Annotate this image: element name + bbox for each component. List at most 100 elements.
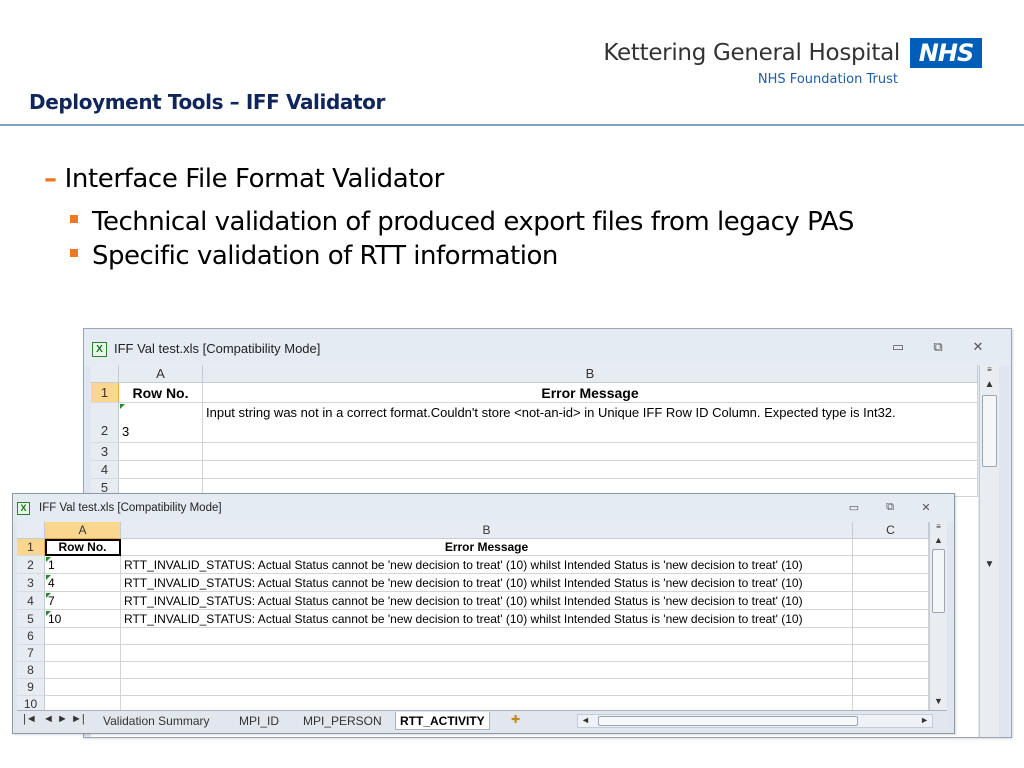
cell-row-no[interactable]: 7: [45, 592, 121, 610]
header-cell-row-no[interactable]: Row No.: [119, 383, 203, 403]
row-header[interactable]: 8: [17, 662, 45, 679]
empty-cell[interactable]: [45, 662, 121, 679]
restore-icon[interactable]: ⧉: [928, 339, 948, 355]
minimize-icon[interactable]: ▭: [888, 339, 908, 355]
tab-rtt-activity[interactable]: RTT_ACTIVITY: [395, 712, 490, 730]
empty-cell[interactable]: [203, 443, 978, 461]
window-titlebar[interactable]: X IFF Val test.xls [Compatibility Mode] …: [13, 494, 954, 522]
header-cell-error-message[interactable]: Error Message: [121, 539, 853, 556]
row-header[interactable]: 2: [17, 556, 45, 574]
row-header[interactable]: 1: [91, 383, 119, 403]
row-header[interactable]: 5: [17, 610, 45, 628]
error-indicator-icon: [120, 404, 125, 409]
scroll-left-icon[interactable]: ◄: [581, 715, 590, 725]
first-sheet-icon[interactable]: |◄: [23, 713, 37, 725]
header-cell-row-no[interactable]: Row No.: [45, 539, 121, 556]
insert-sheet-icon[interactable]: ✚: [511, 713, 520, 726]
tab-mpi-id[interactable]: MPI_ID: [235, 712, 283, 730]
empty-cell[interactable]: [853, 574, 929, 592]
minimize-icon[interactable]: ▭: [845, 501, 863, 514]
column-header-a[interactable]: A: [45, 522, 121, 539]
vertical-scrollbar[interactable]: ≡ ▲ ▼: [929, 522, 947, 710]
column-header-b[interactable]: B: [121, 522, 853, 539]
empty-cell[interactable]: [853, 696, 929, 710]
scroll-up-icon[interactable]: ▲: [980, 377, 999, 393]
row-header[interactable]: 7: [17, 645, 45, 662]
scroll-down-icon[interactable]: ▼: [980, 557, 999, 573]
select-all-corner[interactable]: [91, 365, 119, 383]
excel-icon[interactable]: X: [92, 342, 107, 357]
select-all-corner[interactable]: [17, 522, 45, 539]
tab-validation-summary[interactable]: Validation Summary: [99, 712, 214, 730]
column-header-b[interactable]: B: [203, 365, 978, 383]
empty-cell[interactable]: [45, 628, 121, 645]
scroll-up-icon[interactable]: ▲: [930, 533, 947, 547]
close-icon[interactable]: ✕: [917, 501, 935, 514]
empty-cell[interactable]: [853, 662, 929, 679]
empty-cell[interactable]: [853, 645, 929, 662]
row-header[interactable]: 4: [17, 592, 45, 610]
prev-sheet-icon[interactable]: ◄: [43, 713, 54, 725]
empty-cell[interactable]: [853, 628, 929, 645]
org-name: Kettering General Hospital: [603, 40, 900, 66]
last-sheet-icon[interactable]: ►|: [71, 713, 85, 725]
empty-cell[interactable]: [853, 556, 929, 574]
split-box-icon[interactable]: ≡: [980, 365, 999, 375]
row-header[interactable]: 6: [17, 628, 45, 645]
row-header[interactable]: 10: [17, 696, 45, 710]
bullet-level2-text: Specific validation of RTT information: [92, 241, 558, 271]
empty-cell[interactable]: [45, 645, 121, 662]
excel-icon[interactable]: X: [17, 502, 30, 515]
split-box-icon[interactable]: ≡: [930, 522, 947, 532]
cell-error-message[interactable]: Input string was not in a correct format…: [203, 403, 978, 443]
empty-cell[interactable]: [119, 443, 203, 461]
row-header[interactable]: 1: [17, 539, 45, 556]
empty-cell[interactable]: [121, 679, 853, 696]
empty-cell[interactable]: [121, 645, 853, 662]
cell-row-no[interactable]: 4: [45, 574, 121, 592]
next-sheet-icon[interactable]: ►: [57, 713, 68, 725]
scroll-down-icon[interactable]: ▼: [930, 694, 947, 708]
slide-title: Deployment Tools – IFF Validator: [29, 90, 385, 114]
empty-cell[interactable]: [121, 628, 853, 645]
empty-cell[interactable]: [203, 461, 978, 479]
row-header[interactable]: 2: [91, 403, 119, 443]
empty-cell[interactable]: [45, 679, 121, 696]
spreadsheet-grid[interactable]: A B C 1 Row No. Error Message 2 1 RTT_IN…: [17, 522, 929, 710]
cell-row-no[interactable]: 3: [119, 403, 203, 443]
scroll-right-icon[interactable]: ►: [920, 715, 929, 725]
scroll-thumb[interactable]: [982, 395, 997, 467]
window-title: IFF Val test.xls [Compatibility Mode]: [114, 341, 321, 356]
cell-error-message[interactable]: RTT_INVALID_STATUS: Actual Status cannot…: [121, 592, 853, 610]
horizontal-scrollbar[interactable]: ◄ ►: [577, 714, 933, 728]
window-titlebar[interactable]: X IFF Val test.xls [Compatibility Mode] …: [84, 329, 1011, 366]
vertical-scrollbar[interactable]: ≡ ▲ ▼: [979, 365, 999, 737]
empty-cell[interactable]: [853, 679, 929, 696]
cell-error-message[interactable]: RTT_INVALID_STATUS: Actual Status cannot…: [121, 610, 853, 628]
tab-mpi-person[interactable]: MPI_PERSON: [299, 712, 386, 730]
bullet-level1: – Interface File Format Validator: [44, 164, 444, 194]
cell-error-message[interactable]: RTT_INVALID_STATUS: Actual Status cannot…: [121, 574, 853, 592]
column-header-c[interactable]: C: [853, 522, 929, 539]
empty-cell[interactable]: [121, 696, 853, 710]
cell-value: 3: [122, 424, 130, 439]
scroll-thumb[interactable]: [598, 716, 858, 726]
cell-row-no[interactable]: 1: [45, 556, 121, 574]
empty-cell[interactable]: [853, 539, 929, 556]
row-header[interactable]: 9: [17, 679, 45, 696]
row-header[interactable]: 4: [91, 461, 119, 479]
header-cell-error-message[interactable]: Error Message: [203, 383, 978, 403]
scroll-thumb[interactable]: [932, 549, 945, 613]
empty-cell[interactable]: [121, 662, 853, 679]
restore-icon[interactable]: ⧉: [881, 501, 899, 514]
cell-row-no[interactable]: 10: [45, 610, 121, 628]
column-header-a[interactable]: A: [119, 365, 203, 383]
empty-cell[interactable]: [119, 461, 203, 479]
row-header[interactable]: 3: [17, 574, 45, 592]
row-header[interactable]: 3: [91, 443, 119, 461]
cell-error-message[interactable]: RTT_INVALID_STATUS: Actual Status cannot…: [121, 556, 853, 574]
empty-cell[interactable]: [853, 610, 929, 628]
empty-cell[interactable]: [853, 592, 929, 610]
empty-cell[interactable]: [45, 696, 121, 710]
close-icon[interactable]: ✕: [968, 339, 988, 355]
